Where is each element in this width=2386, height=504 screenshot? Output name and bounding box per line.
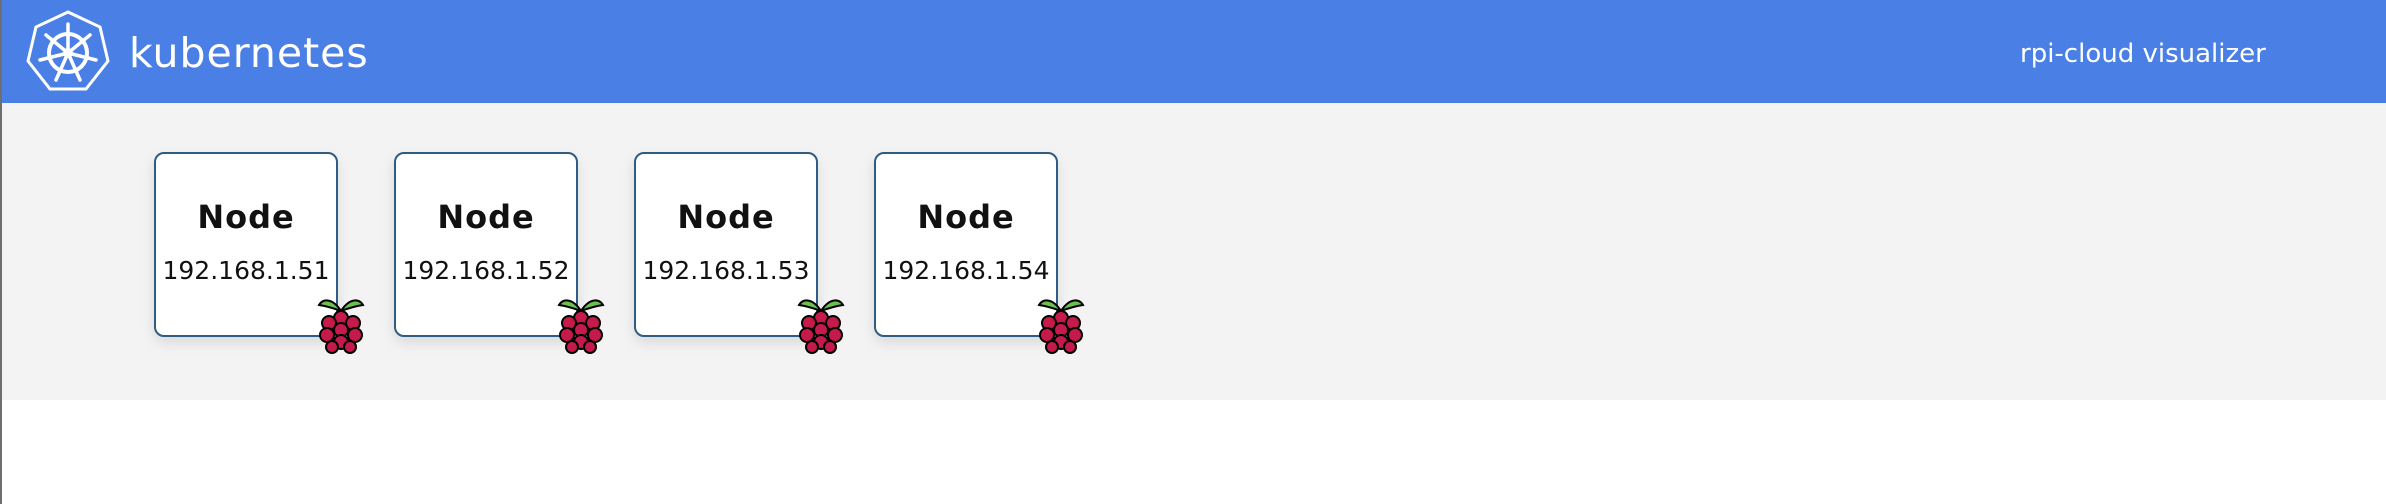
brand-name[interactable]: kubernetes: [129, 28, 369, 78]
node-ip-address: 192.168.1.54: [882, 256, 1050, 285]
node-card[interactable]: Node 192.168.1.51: [154, 152, 365, 354]
node-title: Node: [917, 198, 1015, 236]
raspberry-pi-icon: [797, 299, 845, 354]
node-ip-address: 192.168.1.51: [162, 256, 330, 285]
node-card[interactable]: Node 192.168.1.54: [874, 152, 1085, 354]
node-title: Node: [437, 198, 535, 236]
empty-page-area: [0, 400, 2386, 504]
node-title: Node: [197, 198, 295, 236]
app-title: rpi-cloud visualizer: [2020, 39, 2266, 69]
node-ip-address: 192.168.1.52: [402, 256, 570, 285]
kubernetes-helm-icon[interactable]: [24, 9, 112, 95]
raspberry-pi-icon: [1037, 299, 1085, 354]
node-title: Node: [677, 198, 775, 236]
raspberry-pi-icon: [557, 299, 605, 354]
cluster-stage: Node 192.168.1.51 Node 192.168.1.52 Node…: [0, 103, 2386, 400]
raspberry-pi-icon: [317, 299, 365, 354]
top-header-bar: kubernetes rpi-cloud visualizer: [0, 0, 2386, 103]
node-ip-address: 192.168.1.53: [642, 256, 810, 285]
node-card[interactable]: Node 192.168.1.53: [634, 152, 845, 354]
node-card[interactable]: Node 192.168.1.52: [394, 152, 605, 354]
